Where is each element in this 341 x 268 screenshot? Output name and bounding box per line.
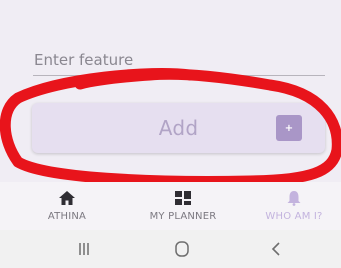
tab-label: WHO AM I? [265,211,323,222]
add-button[interactable]: Add + [32,103,325,153]
main-content: Add + [0,0,341,182]
back-icon[interactable] [266,240,286,258]
system-navigation-bar [0,230,341,268]
feature-input[interactable] [33,48,325,76]
tab-my-planner[interactable]: MY PLANNER [128,190,238,228]
tab-who-am-i[interactable]: WHO AM I? [250,190,338,228]
tab-label: ATHINA [47,211,87,222]
home-circle-icon[interactable] [172,240,192,258]
tab-athina[interactable]: ATHINA [38,190,96,228]
home-icon [59,191,75,205]
tab-label: MY PLANNER [149,211,217,222]
bell-person-icon [287,191,301,206]
recent-apps-icon[interactable] [74,240,94,258]
plus-icon[interactable]: + [276,115,302,141]
planner-icon [175,191,191,205]
bottom-tab-bar: ATHINA MY PLANNER WHO AM I? [0,182,341,230]
